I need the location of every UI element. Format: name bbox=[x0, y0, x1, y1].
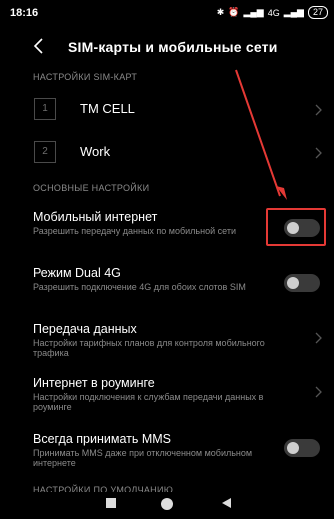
sim-name: TM CELL bbox=[80, 101, 135, 116]
back-arrow-icon[interactable] bbox=[32, 36, 46, 56]
chevron-right-icon bbox=[315, 104, 322, 116]
setting-title: Интернет в роуминге bbox=[33, 376, 155, 390]
setting-always-mms[interactable]: Всегда принимать MMS Принимать MMS даже … bbox=[0, 430, 334, 470]
recents-icon[interactable] bbox=[105, 497, 117, 509]
sim-name: Work bbox=[80, 144, 111, 159]
setting-title: Передача данных bbox=[33, 322, 137, 336]
section-heading-main: ОСНОВНЫЕ НАСТРОЙКИ bbox=[33, 183, 150, 193]
chevron-right-icon bbox=[315, 147, 322, 159]
header: SIM-карты и мобильные сети bbox=[0, 32, 334, 64]
sim-slot-icon: 2 bbox=[34, 141, 56, 163]
section-heading-sim: НАСТРОЙКИ SIM-КАРТ bbox=[33, 72, 138, 82]
setting-title: Мобильный интернет bbox=[33, 210, 158, 224]
toggle-knob bbox=[287, 442, 299, 454]
setting-subtitle: Принимать MMS даже при отключенном мобил… bbox=[33, 448, 253, 468]
status-time: 18:16 bbox=[10, 7, 39, 19]
setting-subtitle: Разрешить подключение 4G для обоих слото… bbox=[33, 282, 246, 292]
setting-data-usage[interactable]: Передача данных Настройки тарифных плано… bbox=[0, 320, 334, 360]
dual-4g-toggle[interactable] bbox=[284, 274, 320, 292]
chevron-right-icon bbox=[315, 332, 322, 344]
battery-icon: 27 bbox=[307, 6, 328, 19]
sim-row-2[interactable]: 2 Work bbox=[0, 137, 334, 173]
toggle-knob bbox=[287, 277, 299, 289]
chevron-right-icon bbox=[315, 386, 322, 398]
setting-roaming[interactable]: Интернет в роуминге Настройки подключени… bbox=[0, 374, 334, 414]
back-nav-icon[interactable] bbox=[220, 497, 232, 509]
bluetooth-icon: ✱ bbox=[216, 7, 225, 17]
network-type: 4G bbox=[267, 7, 280, 18]
setting-subtitle: Настройки подключения к службам передачи… bbox=[33, 392, 264, 412]
home-icon[interactable] bbox=[160, 497, 174, 511]
status-icons: ✱ ⏰ ▂▄▆ 4G ▂▄▆ 27 bbox=[217, 6, 328, 19]
sim-slot-icon: 1 bbox=[34, 98, 56, 120]
annotation-highlight-box bbox=[266, 208, 326, 246]
status-bar: 18:16 ✱ ⏰ ▂▄▆ 4G ▂▄▆ 27 bbox=[0, 0, 334, 28]
alarm-icon: ⏰ bbox=[228, 7, 240, 17]
setting-subtitle: Разрешить передачу данных по мобильной с… bbox=[33, 226, 236, 236]
signal-icon: ▂▄▆ bbox=[243, 7, 264, 17]
sim-row-1[interactable]: 1 TM CELL bbox=[0, 94, 334, 130]
navigation-bar bbox=[0, 492, 334, 519]
always-mms-toggle[interactable] bbox=[284, 439, 320, 457]
setting-title: Режим Dual 4G bbox=[33, 266, 121, 280]
setting-subtitle: Настройки тарифных планов для контроля м… bbox=[33, 338, 265, 358]
page-title: SIM-карты и мобильные сети bbox=[68, 39, 278, 55]
signal-icon-2: ▂▄▆ bbox=[283, 7, 304, 17]
setting-dual-4g[interactable]: Режим Dual 4G Разрешить подключение 4G д… bbox=[0, 264, 334, 304]
setting-title: Всегда принимать MMS bbox=[33, 432, 171, 446]
